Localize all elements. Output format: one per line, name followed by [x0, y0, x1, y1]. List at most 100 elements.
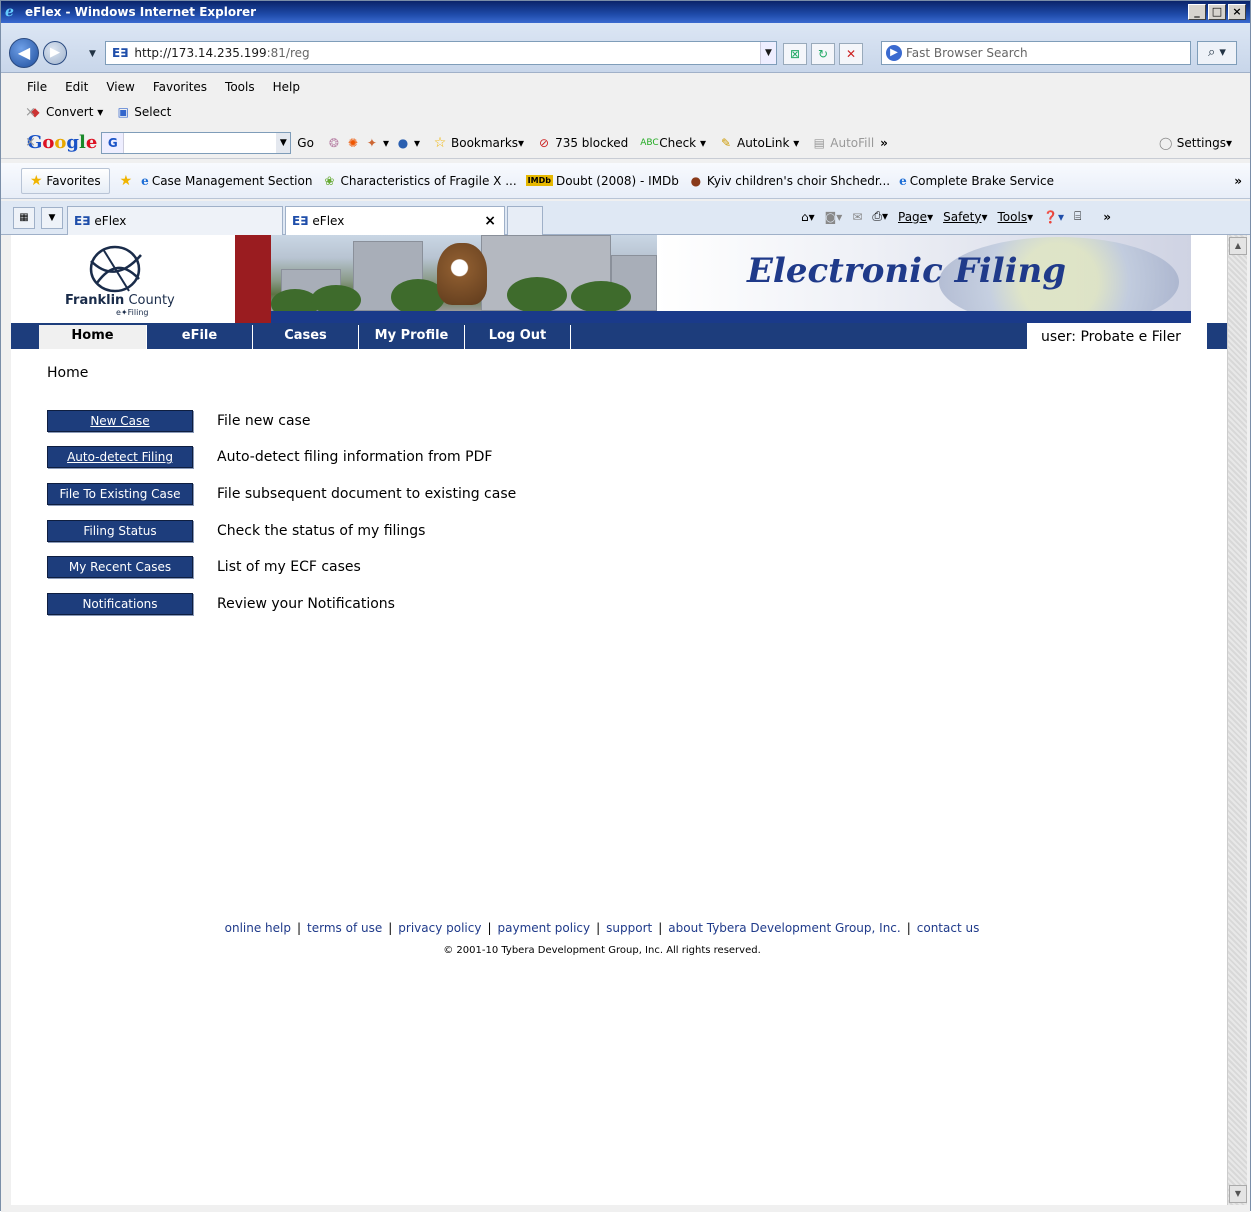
minimize-button[interactable]: _: [1188, 4, 1206, 20]
footer-link-terms-of-use[interactable]: terms of use: [307, 921, 382, 935]
footer-link-payment-policy[interactable]: payment policy: [498, 921, 591, 935]
maximize-button[interactable]: □: [1208, 4, 1226, 20]
bookmarks-button[interactable]: ☆ Bookmarks ▾: [432, 135, 524, 151]
google-search-input[interactable]: G ▼: [101, 131, 292, 154]
back-button[interactable]: ◀: [9, 38, 39, 68]
action-row-notifications: Notifications Review your Notifications: [47, 592, 395, 616]
spell-check-icon: ABC: [640, 137, 659, 148]
nav-my-profile[interactable]: My Profile: [359, 325, 465, 349]
scroll-down-icon[interactable]: ▼: [1229, 1185, 1247, 1203]
search-button[interactable]: ⌕ ▾: [1197, 41, 1237, 65]
scroll-up-icon[interactable]: ▲: [1229, 237, 1247, 255]
action-row-recent-cases: My Recent Cases List of my ECF cases: [47, 555, 361, 579]
close-google-toolbar-icon[interactable]: ×: [25, 135, 36, 150]
file-to-existing-case-button[interactable]: File To Existing Case: [47, 483, 193, 505]
menu-edit[interactable]: Edit: [65, 80, 88, 94]
page-menu[interactable]: Page▾: [898, 210, 933, 224]
search-input[interactable]: ▶ Fast Browser Search: [881, 41, 1191, 65]
menu-tools[interactable]: Tools: [225, 80, 255, 94]
recent-pages-dropdown-icon[interactable]: ▼: [89, 49, 96, 59]
notifications-button[interactable]: Notifications: [47, 593, 193, 615]
menu-file[interactable]: File: [27, 80, 47, 94]
select-icon: ▣: [117, 105, 129, 119]
auto-detect-filing-button[interactable]: Auto-detect Filing: [47, 446, 193, 468]
favorites-star-icon: ★: [30, 172, 43, 189]
filing-status-button[interactable]: Filing Status: [47, 520, 193, 542]
feeds-icon[interactable]: ◙▾: [825, 210, 843, 224]
tab-eflex-2[interactable]: E∃ eFlex ×: [285, 206, 505, 235]
google-go-button[interactable]: Go: [297, 136, 314, 150]
site-header: Franklin County e✦Filing Electronic Fili…: [11, 235, 1227, 327]
safety-menu[interactable]: Safety▾: [943, 210, 987, 224]
franklin-county-logo: Franklin County e✦Filing: [11, 235, 235, 323]
site-favicon-icon: E∃: [292, 214, 309, 228]
mail-icon[interactable]: ✉: [852, 210, 862, 224]
nav-home[interactable]: Home: [39, 325, 147, 349]
favorite-link-brake-service[interactable]: e Complete Brake Service: [899, 174, 1054, 188]
menu-help[interactable]: Help: [273, 80, 300, 94]
research-icon[interactable]: ⌸: [1074, 209, 1081, 224]
favorite-link-imdb[interactable]: IMDb Doubt (2008) - IMDb: [525, 174, 679, 188]
forward-button[interactable]: ▶: [43, 41, 67, 65]
my-recent-cases-button[interactable]: My Recent Cases: [47, 556, 193, 578]
search-provider-icon: ▶: [886, 45, 902, 61]
refresh-icon[interactable]: ↻: [811, 43, 835, 65]
menu-favorites[interactable]: Favorites: [153, 80, 207, 94]
google-g-icon: G: [102, 132, 125, 153]
tab-eflex-1[interactable]: E∃ eFlex: [67, 206, 283, 235]
autofill-button[interactable]: ▤ AutoFill »: [811, 135, 888, 151]
address-input[interactable]: E∃ http://173.14.235.199 :81/reg ▼: [105, 41, 777, 65]
convert-button[interactable]: ◆ Convert ▾: [27, 104, 103, 120]
action-description: List of my ECF cases: [217, 559, 361, 575]
help-icon[interactable]: ❓▾: [1043, 210, 1064, 224]
tools-menu[interactable]: Tools▾: [998, 210, 1034, 224]
autolink-icon: ✎: [720, 135, 732, 150]
sculpture-image: [437, 243, 487, 305]
new-tab-button[interactable]: [507, 206, 543, 235]
tab-list-icon[interactable]: ▼: [41, 207, 63, 229]
more-favorites-icon[interactable]: »: [1234, 174, 1242, 188]
popup-blocked-button[interactable]: ⊘ 735 blocked: [536, 135, 628, 151]
stop-icon[interactable]: ✕: [839, 43, 863, 65]
nav-cases[interactable]: Cases: [253, 325, 359, 349]
home-icon[interactable]: ⌂▾: [801, 210, 815, 224]
footer-link-contact-us[interactable]: contact us: [917, 921, 980, 935]
tab-row: ▦ ▼ E∃ eFlex E∃ eFlex × ⌂▾ ◙▾ ✉ ⎙▾ Page▾…: [1, 201, 1250, 235]
site-icon: ❀: [324, 173, 335, 188]
close-window-button[interactable]: ×: [1228, 4, 1246, 20]
site-favicon-icon: E∃: [74, 214, 91, 228]
add-favorites-icon[interactable]: ★: [120, 173, 133, 189]
favorite-link-case-management[interactable]: e Case Management Section: [141, 174, 312, 188]
imdb-icon: IMDb: [525, 175, 553, 186]
autofill-icon: ▤: [813, 135, 825, 150]
footer-link-privacy-policy[interactable]: privacy policy: [398, 921, 481, 935]
menu-view[interactable]: View: [106, 80, 134, 94]
quick-tabs-icon[interactable]: ▦: [13, 207, 35, 229]
vertical-scrollbar[interactable]: ▲ ▼: [1227, 235, 1247, 1205]
google-dropdown-icon[interactable]: ▼: [276, 132, 291, 153]
spell-check-button[interactable]: ABC Check ▾: [640, 135, 706, 151]
more-commands-icon[interactable]: »: [1103, 210, 1111, 224]
browser-window: ℯ eFlex - Windows Internet Explorer _ □ …: [0, 0, 1251, 1212]
select-button[interactable]: ▣ Select: [115, 104, 172, 120]
print-icon[interactable]: ⎙▾: [872, 209, 888, 224]
footer-links: online help | terms of use | privacy policy |…: [224, 921, 980, 935]
favorites-button[interactable]: ★ Favorites: [21, 167, 110, 194]
nav-log-out[interactable]: Log Out: [465, 325, 571, 349]
settings-button[interactable]: ◯ Settings ▾: [1158, 135, 1232, 151]
action-description: Check the status of my filings: [217, 523, 426, 539]
close-tab-icon[interactable]: ×: [484, 213, 496, 229]
footer-link-support[interactable]: support: [606, 921, 652, 935]
new-case-button[interactable]: New Case: [47, 410, 193, 432]
close-toolbar-icon[interactable]: ×: [25, 105, 36, 120]
compatibility-view-icon[interactable]: ⊠: [783, 43, 807, 65]
nav-efile[interactable]: eFile: [147, 325, 253, 349]
bookmark-star-icon: ☆: [433, 134, 447, 151]
favorite-link-fragile-x[interactable]: ❀ Characteristics of Fragile X ...: [321, 173, 516, 189]
autolink-button[interactable]: ✎ AutoLink ▾: [718, 135, 799, 151]
address-dropdown-icon[interactable]: ▼: [760, 42, 776, 64]
favorite-link-kyiv-choir[interactable]: ● Kyiv children's choir Shchedr...: [688, 173, 890, 189]
footer-link-about-tybera[interactable]: about Tybera Development Group, Inc.: [668, 921, 900, 935]
footer-link-online-help[interactable]: online help: [225, 921, 291, 935]
toolbar-extra-icons[interactable]: ❂ ✺ ✦ ▾ ● ▾: [326, 135, 420, 151]
